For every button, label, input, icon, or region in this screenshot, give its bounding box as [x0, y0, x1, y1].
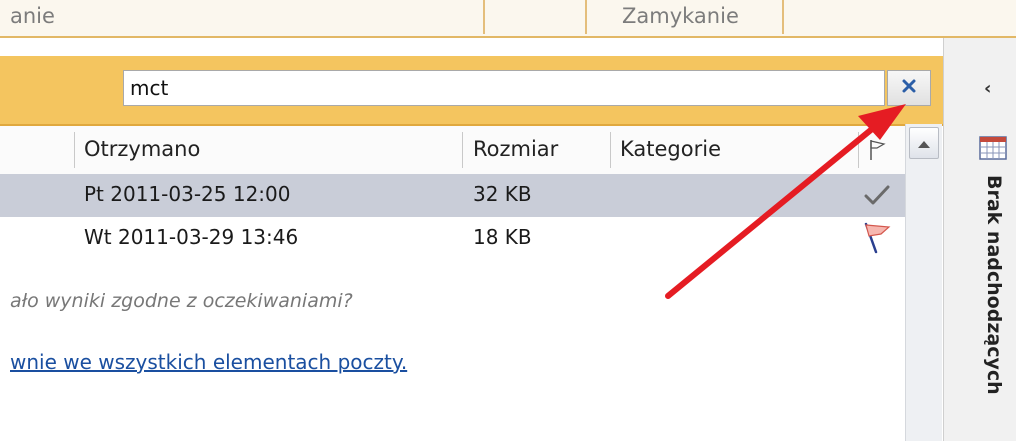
flag-icon[interactable] — [862, 222, 892, 258]
todo-bar-label: Brak nadchodzących — [983, 175, 1005, 395]
ribbon-separator — [585, 0, 587, 34]
ribbon-group-label: anie — [10, 4, 55, 28]
column-header-row: Otrzymano Rozmiar Kategorie — [0, 126, 905, 175]
todo-bar: ‹ — [943, 38, 1016, 441]
search-all-mail-link[interactable]: wnie we wszystkich elementach poczty. — [10, 350, 407, 374]
column-separator — [462, 132, 463, 168]
search-input[interactable] — [123, 70, 885, 106]
column-separator — [74, 132, 75, 168]
row-size: 18 KB — [473, 225, 532, 249]
close-icon — [901, 78, 917, 98]
column-categories[interactable]: Kategorie — [620, 137, 721, 161]
column-separator — [858, 132, 859, 168]
column-received[interactable]: Otrzymano — [84, 137, 200, 161]
row-received: Wt 2011-03-29 13:46 — [84, 225, 299, 249]
ribbon-separator — [782, 0, 784, 34]
clear-search-button[interactable] — [887, 70, 931, 106]
ribbon-strip: anie Zamykanie — [0, 0, 1016, 38]
chevron-up-icon — [917, 134, 931, 153]
gap — [0, 38, 1016, 56]
vertical-scrollbar[interactable] — [905, 124, 942, 441]
column-separator — [610, 132, 611, 168]
check-icon[interactable] — [864, 183, 890, 211]
row-received: Pt 2011-03-25 12:00 — [84, 182, 291, 206]
scroll-up-button[interactable] — [909, 127, 939, 159]
ribbon-separator — [483, 0, 485, 34]
calendar-icon[interactable] — [978, 133, 1008, 165]
results-question: ało wyniki zgodne z oczekiwaniami? — [10, 290, 353, 312]
column-size[interactable]: Rozmiar — [473, 137, 558, 161]
collapse-todo-button[interactable]: ‹ — [984, 78, 991, 99]
mail-row[interactable]: Pt 2011-03-25 12:00 32 KB — [0, 174, 905, 217]
row-size: 32 KB — [473, 182, 532, 206]
ribbon-group-close[interactable]: Zamykanie — [622, 4, 739, 28]
instant-search-bar — [0, 56, 943, 126]
flag-header-icon[interactable] — [866, 138, 888, 166]
mail-row[interactable]: Wt 2011-03-29 13:46 18 KB — [0, 217, 905, 260]
